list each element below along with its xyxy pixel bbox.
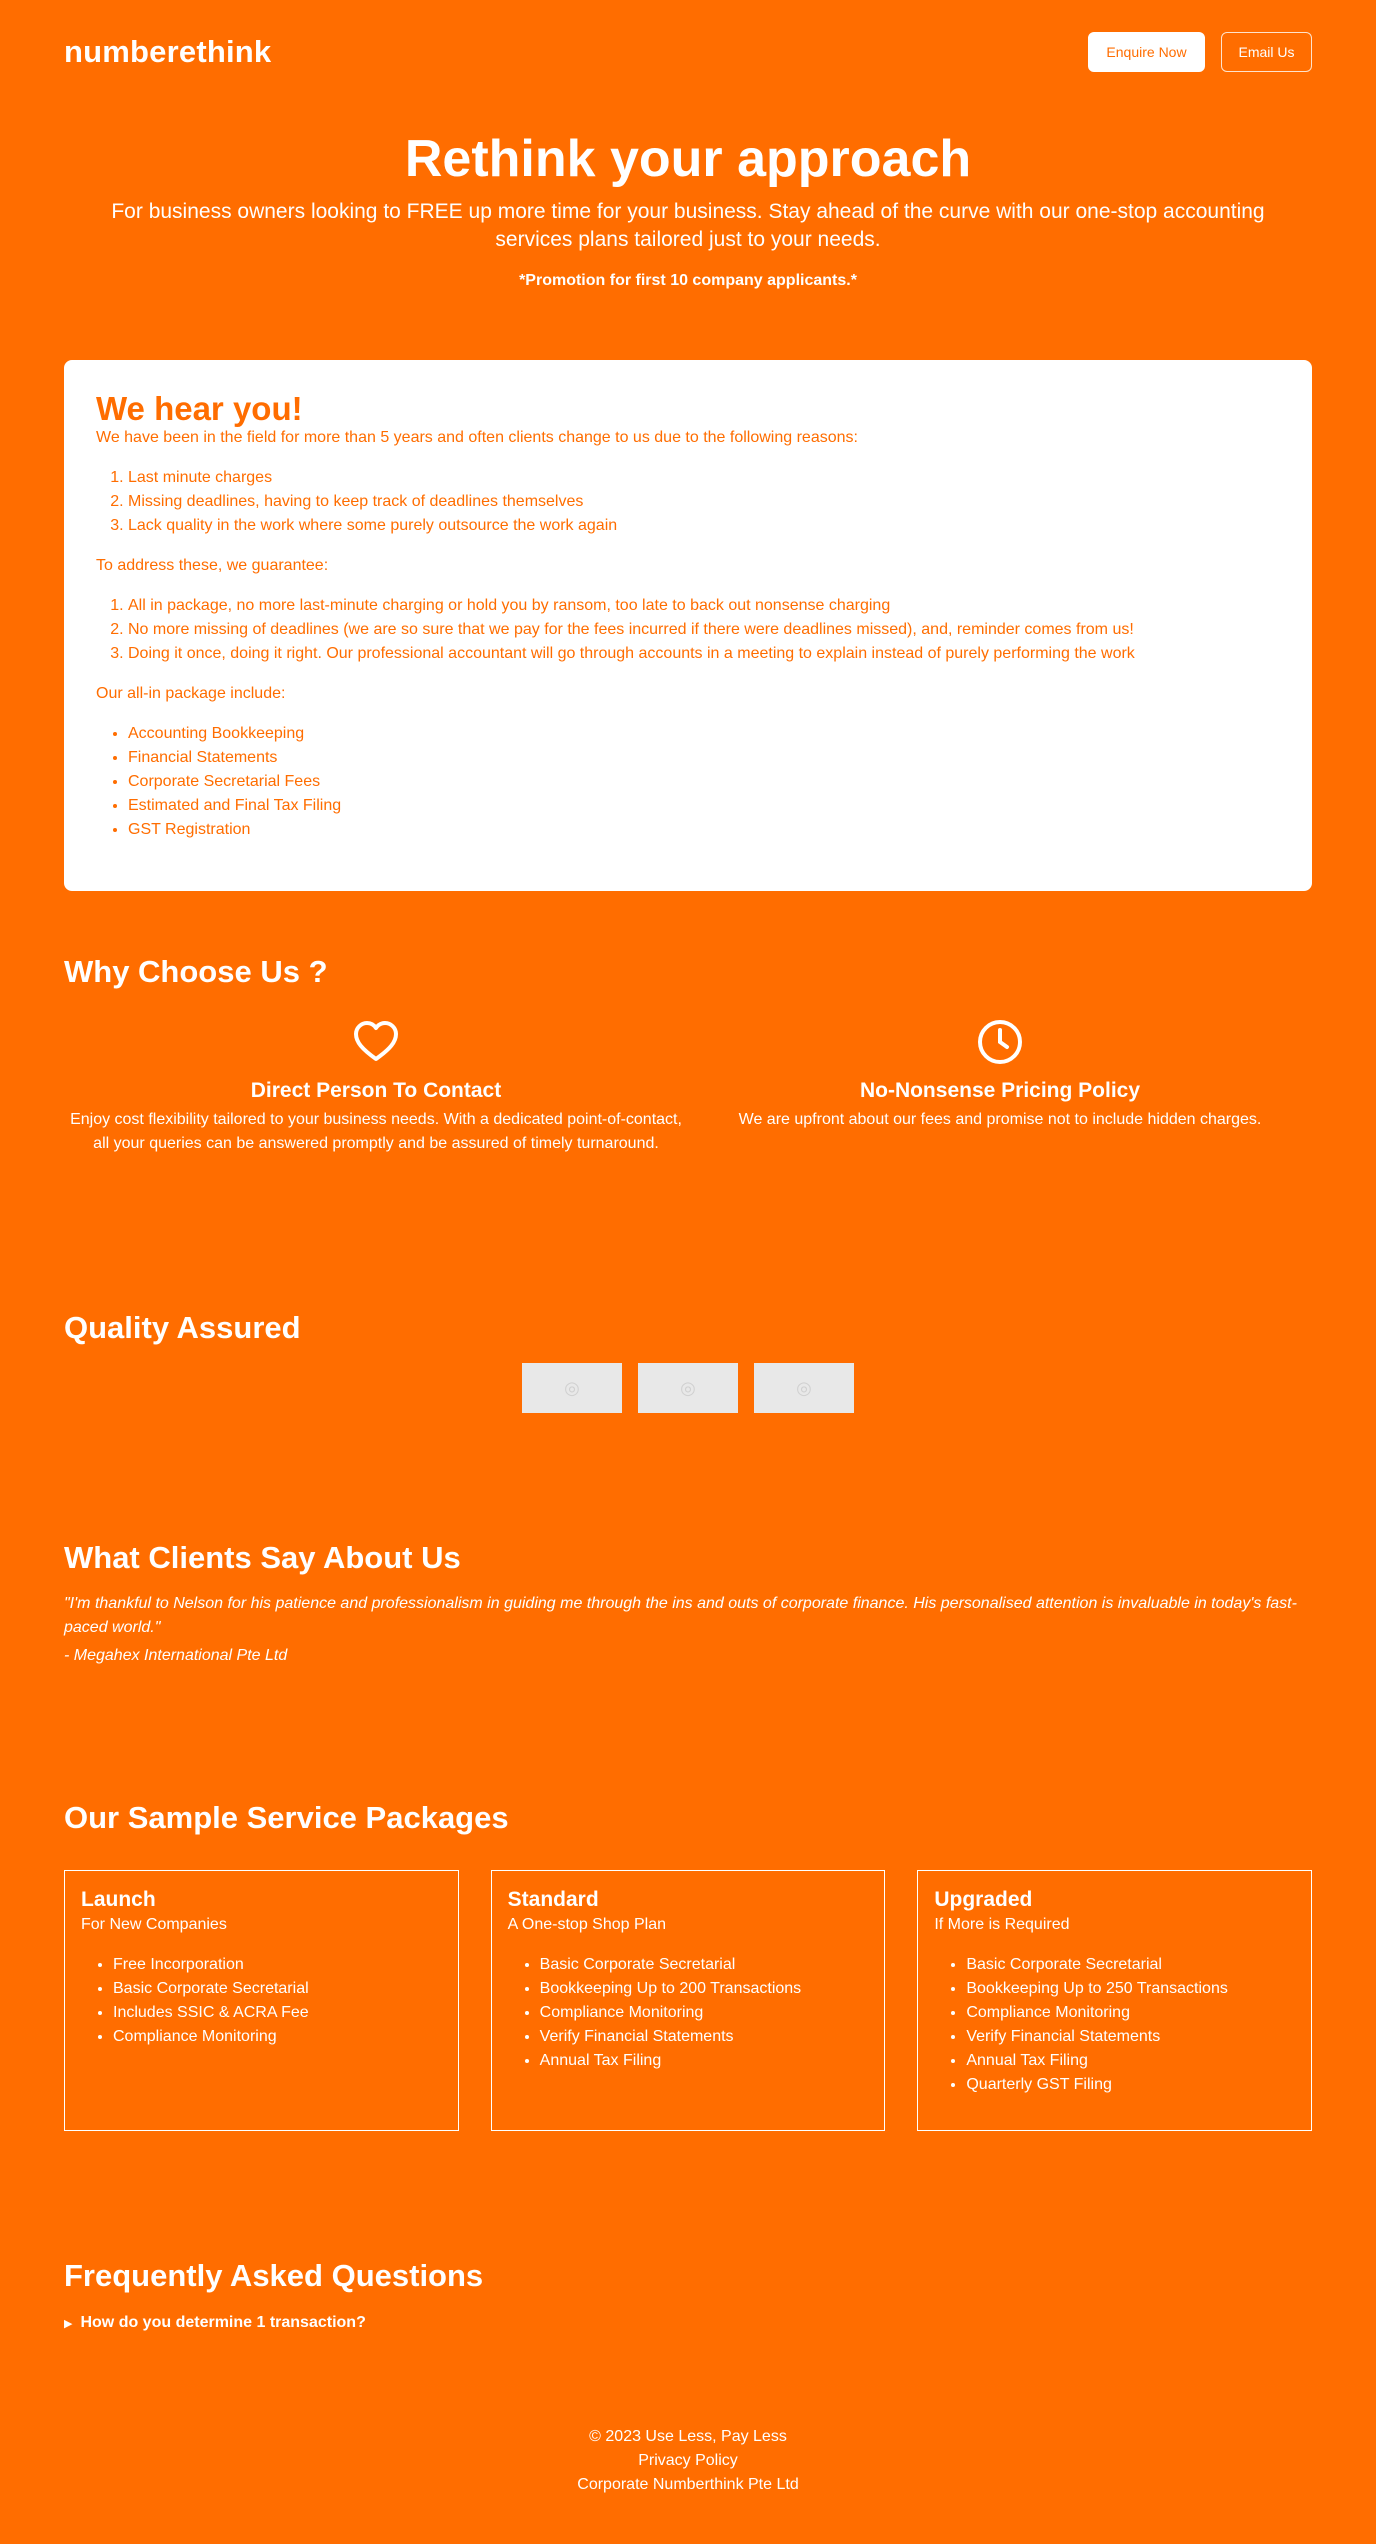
package-tagline: If More is Required	[934, 1916, 1070, 1933]
list-item: Accounting Bookkeeping	[128, 722, 1280, 746]
list-item: Bookkeeping Up to 250 Transactions	[966, 1977, 1295, 2001]
package-name: Launch	[81, 1888, 156, 1911]
list-item: Lack quality in the work where some pure…	[128, 514, 1280, 538]
list-item: All in package, no more last-minute char…	[128, 594, 1280, 618]
we-hear-you-intro: We have been in the field for more than …	[96, 429, 858, 446]
list-item: Annual Tax Filing	[966, 2049, 1295, 2073]
testimonial: "I'm thankful to Nelson for his patience…	[64, 1592, 1312, 1668]
image-placeholder-icon: ◎	[754, 1363, 854, 1413]
site-header: numberethink Enquire Now Email Us	[64, 30, 1312, 74]
list-item: Bookkeeping Up to 200 Transactions	[540, 1977, 869, 2001]
guarantee-intro: To address these, we guarantee:	[96, 557, 329, 574]
package-tagline: A One-stop Shop Plan	[507, 1916, 666, 1933]
list-item: Doing it once, doing it right. Our profe…	[128, 642, 1280, 666]
package-intro: Our all-in package include:	[96, 685, 286, 702]
list-item: Last minute charges	[128, 466, 1280, 490]
package-features: Free Incorporation Basic Corporate Secre…	[113, 1953, 442, 2049]
package-name: Standard	[507, 1888, 599, 1911]
packages-section: Launch For New Companies Free Incorporat…	[64, 1870, 1313, 2131]
package-features: Basic Corporate Secretarial Bookkeeping …	[966, 1953, 1295, 2097]
reasons-list: Last minute charges Missing deadlines, h…	[128, 466, 1280, 538]
why-item-title: No-Nonsense Pricing Policy	[859, 1079, 1141, 1102]
list-item: Compliance Monitoring	[540, 2001, 869, 2025]
list-item: Annual Tax Filing	[540, 2049, 869, 2073]
page: numberethink Enquire Now Email Us Rethin…	[0, 0, 1376, 2544]
email-us-button[interactable]: Email Us	[1221, 32, 1312, 72]
image-placeholder-icon: ◎	[522, 1363, 622, 1413]
we-hear-you-title: We hear you!	[96, 390, 303, 427]
testimonial-author: - Megahex International Pte Ltd	[64, 1647, 288, 1664]
package-card-launch: Launch For New Companies Free Incorporat…	[64, 1870, 459, 2131]
why-item-direct-contact: Direct Person To Contact Enjoy cost flex…	[64, 1018, 688, 1156]
why-item-text: Enjoy cost flexibility tailored to your …	[70, 1111, 682, 1152]
package-features: Basic Corporate Secretarial Bookkeeping …	[540, 1953, 869, 2073]
list-item: Financial Statements	[128, 746, 1280, 770]
testimonial-quote: "I'm thankful to Nelson for his patience…	[64, 1595, 1297, 1636]
list-item: Quarterly GST Filing	[966, 2073, 1295, 2097]
faq-item[interactable]: ▶ How do you determine 1 transaction?	[64, 2314, 366, 2332]
faq-title: Frequently Asked Questions	[64, 2258, 484, 2293]
list-item: Corporate Secretarial Fees	[128, 770, 1280, 794]
why-item-pricing-policy: No-Nonsense Pricing Policy We are upfron…	[688, 1018, 1312, 1156]
why-choose-us-section: Direct Person To Contact Enjoy cost flex…	[64, 1018, 1312, 1156]
list-item: No more missing of deadlines (we are so …	[128, 618, 1280, 642]
footer-company: Corporate Numberthink Pte Ltd	[577, 2476, 799, 2493]
why-item-text: We are upfront about our fees and promis…	[738, 1111, 1262, 1128]
hero-title: Rethink your approach	[404, 130, 972, 188]
list-item: Estimated and Final Tax Filing	[128, 794, 1280, 818]
why-item-title: Direct Person To Contact	[250, 1079, 502, 1102]
list-item: GST Registration	[128, 818, 1280, 842]
package-includes-list: Accounting Bookkeeping Financial Stateme…	[128, 722, 1280, 842]
quality-badges: ◎ ◎ ◎	[0, 1363, 1376, 1413]
packages-title: Our Sample Service Packages	[64, 1800, 509, 1835]
image-placeholder-icon: ◎	[638, 1363, 738, 1413]
list-item: Free Incorporation	[113, 1953, 442, 1977]
list-item: Missing deadlines, having to keep track …	[128, 490, 1280, 514]
clock-icon	[978, 1020, 1022, 1064]
testimonials-title: What Clients Say About Us	[64, 1540, 461, 1575]
list-item: Basic Corporate Secretarial	[113, 1977, 442, 2001]
disclosure-triangle-icon: ▶	[64, 2317, 73, 2330]
package-tagline: For New Companies	[81, 1916, 227, 1933]
list-item: Verify Financial Statements	[966, 2025, 1295, 2049]
list-item: Compliance Monitoring	[966, 2001, 1295, 2025]
list-item: Includes SSIC & ACRA Fee	[113, 2001, 442, 2025]
privacy-policy-link[interactable]: Privacy Policy	[0, 2449, 1376, 2473]
list-item: Basic Corporate Secretarial	[966, 1953, 1295, 1977]
package-name: Upgraded	[934, 1888, 1033, 1911]
site-footer: © 2023 Use Less, Pay Less Privacy Policy…	[0, 2425, 1376, 2497]
quality-assured-title: Quality Assured	[64, 1310, 301, 1345]
promo-note: *Promotion for first 10 company applican…	[519, 272, 857, 289]
list-item: Verify Financial Statements	[540, 2025, 869, 2049]
list-item: Basic Corporate Secretarial	[540, 1953, 869, 1977]
footer-copyright: © 2023 Use Less, Pay Less	[589, 2428, 787, 2445]
list-item: Compliance Monitoring	[113, 2025, 442, 2049]
package-card-upgraded: Upgraded If More is Required Basic Corpo…	[917, 1870, 1313, 2131]
site-logo[interactable]: numberethink	[64, 34, 271, 70]
header-actions: Enquire Now Email Us	[1088, 32, 1312, 72]
faq-question: How do you determine 1 transaction?	[80, 2314, 366, 2331]
hero-section: Rethink your approach For business owner…	[64, 128, 1312, 290]
enquire-now-button[interactable]: Enquire Now	[1088, 32, 1205, 72]
package-card-standard: Standard A One-stop Shop Plan Basic Corp…	[490, 1870, 886, 2131]
hero-subtitle: For business owners looking to FREE up m…	[111, 200, 1265, 251]
heart-icon	[354, 1021, 398, 1061]
why-choose-us-title: Why Choose Us ?	[64, 954, 328, 989]
we-hear-you-card: We hear you! We have been in the field f…	[64, 360, 1312, 891]
guarantees-list: All in package, no more last-minute char…	[128, 594, 1280, 666]
